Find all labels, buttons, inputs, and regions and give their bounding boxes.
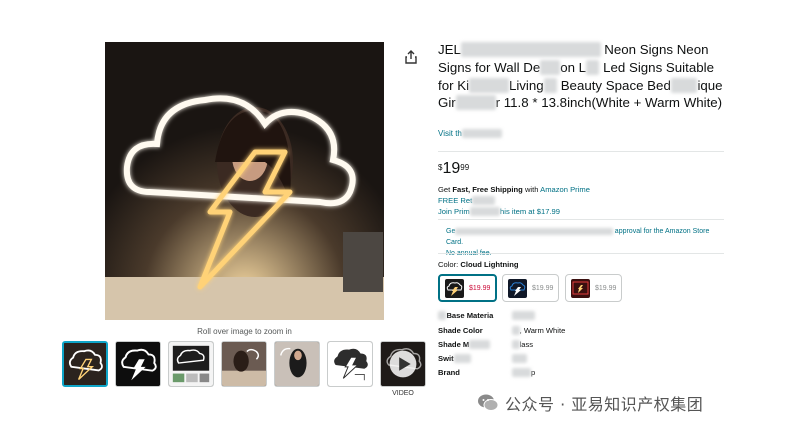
cloud-lightning-neon-icon <box>445 278 464 298</box>
spec-row: Switxxxx xxxx <box>438 354 638 366</box>
join-prime-link[interactable]: Join Primxxxxxxxxhis item at $17.99 <box>438 206 728 217</box>
thumbnail-video[interactable] <box>380 341 426 387</box>
free-returns-link[interactable]: FREE Retxxxxxx <box>438 195 728 206</box>
spec-row: Shade Color xx, Warm White <box>438 326 566 335</box>
color-label: Color: Cloud Lightning <box>438 260 519 269</box>
color-swatch-red[interactable]: $19.99 <box>565 274 623 302</box>
thumbnail-6[interactable] <box>327 341 373 387</box>
divider <box>438 219 724 220</box>
watermark: 公众号 · 亚易知识产权集团 <box>473 389 708 417</box>
visit-store-link[interactable]: Visit thxxxxxxxxxx <box>438 129 502 138</box>
spec-row: Brand xxxxxp <box>438 368 536 377</box>
store-card-offer[interactable]: Gexxxxxxxxxxxxxxxxxxxxxxxxxxxxxxxxxxxxxx… <box>446 226 726 259</box>
main-product-image[interactable] <box>105 42 384 320</box>
divider <box>438 151 724 152</box>
share-icon[interactable] <box>404 50 418 64</box>
thumbnail-4[interactable] <box>221 341 267 387</box>
shipping-info: Get Fast, Free Shipping with Amazon Prim… <box>438 184 728 217</box>
thumbnail-1[interactable] <box>62 341 108 387</box>
thumbnail-5[interactable] <box>274 341 320 387</box>
color-swatch-blue[interactable]: $19.99 <box>502 274 560 302</box>
zoom-hint: Roll over image to zoom in <box>197 327 292 336</box>
price: $ 19 99 <box>438 160 470 177</box>
color-swatch-cloud-lightning[interactable]: $19.99 <box>438 274 498 302</box>
spec-row: xxBase Materia xxxxxx <box>438 311 638 323</box>
cloud-lightning-neon-icon <box>508 278 527 298</box>
product-title: JELxxxxxxxxxxxxxxxxxxxxx Neon Signs Neon… <box>438 42 723 111</box>
video-label: VIDEO <box>392 390 414 397</box>
spec-row: Shade Mxxxxx xxlass <box>438 340 534 349</box>
amazon-prime-link[interactable]: Amazon Prime <box>540 185 590 194</box>
cloud-lightning-neon-icon <box>571 278 590 298</box>
wechat-icon <box>478 394 499 411</box>
divider <box>438 253 724 254</box>
thumbnail-3[interactable] <box>168 341 214 387</box>
thumbnail-2[interactable] <box>115 341 161 387</box>
